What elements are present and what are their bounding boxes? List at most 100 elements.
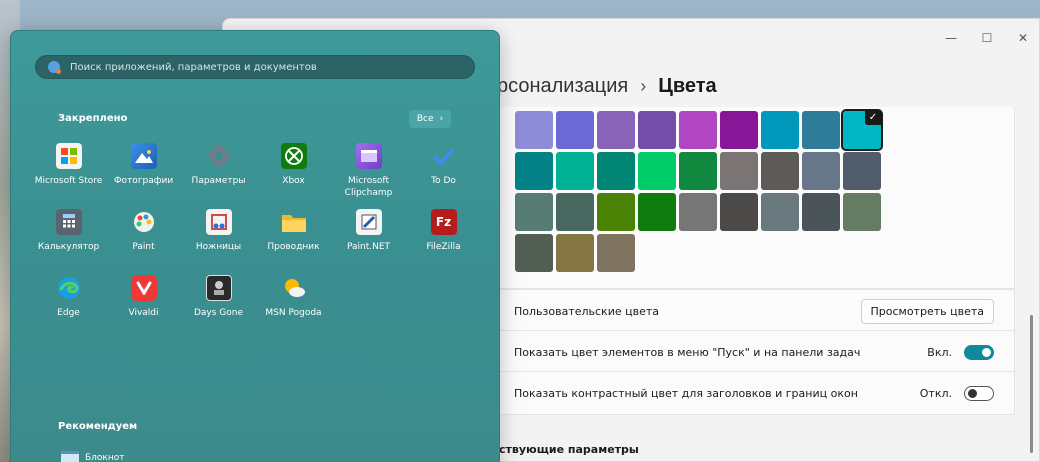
window-controls: — ☐ ✕: [943, 31, 1031, 45]
color-swatch[interactable]: [802, 152, 840, 190]
notepad-icon: [61, 451, 79, 462]
pinned-title: Закреплено: [58, 113, 128, 124]
app-tile[interactable]: Fz FileZilla: [406, 209, 481, 267]
page-title: рсонализация › Цвета: [497, 75, 717, 98]
color-swatch[interactable]: [843, 193, 881, 231]
color-swatch[interactable]: [720, 193, 758, 231]
color-swatch[interactable]: [720, 152, 758, 190]
photos-icon: [130, 143, 157, 169]
edge-icon: [56, 275, 82, 301]
color-swatch[interactable]: [802, 111, 840, 149]
checkmark-icon: ✓: [865, 111, 881, 125]
search-icon: [48, 61, 61, 74]
app-tile[interactable]: Days Gone: [181, 275, 256, 333]
breadcrumb-separator-icon: ›: [640, 76, 647, 96]
accent-titlebar-card: Показать контрастный цвет для заголовков…: [493, 371, 1015, 415]
toggle-knob: [982, 347, 991, 357]
app-tile[interactable]: Edge: [31, 275, 106, 333]
app-tile[interactable]: To Do: [406, 143, 481, 201]
color-swatch[interactable]: [638, 152, 676, 190]
color-swatch[interactable]: [843, 152, 881, 190]
paint-icon: [131, 209, 157, 235]
color-swatch[interactable]: [597, 152, 635, 190]
color-swatch[interactable]: [720, 111, 758, 149]
recommended-item[interactable]: Блокнот: [61, 451, 125, 462]
app-label: Microsoft Store: [34, 176, 103, 186]
folder-icon: [281, 209, 307, 235]
scrollbar[interactable]: [1030, 315, 1033, 453]
vivaldi-icon: [130, 275, 157, 301]
app-tile[interactable]: Paint.NET: [331, 209, 406, 267]
xbox-icon: [280, 143, 307, 169]
maximize-button[interactable]: ☐: [979, 31, 995, 45]
minimize-button[interactable]: —: [943, 31, 959, 45]
custom-colors-card: Пользовательские цвета Просмотреть цвета: [493, 289, 1015, 333]
color-swatch[interactable]: [597, 234, 635, 272]
app-tile[interactable]: Проводник: [256, 209, 331, 267]
app-label: Xbox: [282, 176, 305, 186]
close-button[interactable]: ✕: [1015, 31, 1031, 45]
app-tile[interactable]: Калькулятор: [31, 209, 106, 267]
color-swatch[interactable]: [556, 193, 594, 231]
color-swatch[interactable]: [597, 111, 635, 149]
color-swatch[interactable]: [556, 111, 594, 149]
color-swatch[interactable]: [761, 152, 799, 190]
swatch-grid: ✓: [515, 109, 883, 272]
color-swatch[interactable]: [515, 111, 553, 149]
color-swatch[interactable]: ✓: [841, 109, 883, 151]
color-swatch[interactable]: [638, 111, 676, 149]
accent-color-palette: ✓: [493, 107, 1015, 289]
color-swatch[interactable]: [515, 152, 553, 190]
filezilla-icon: Fz: [430, 209, 457, 235]
accent-start-card: Показать цвет элементов в меню "Пуск" и …: [493, 330, 1015, 374]
color-swatch[interactable]: [802, 193, 840, 231]
app-label: Параметры: [191, 176, 246, 186]
app-tile[interactable]: Параметры: [181, 143, 256, 201]
color-swatch[interactable]: [515, 193, 553, 231]
accent-titlebar-toggle[interactable]: [964, 385, 994, 401]
daysgone-icon: [205, 275, 232, 301]
color-swatch[interactable]: [556, 234, 594, 272]
color-swatch[interactable]: [597, 193, 635, 231]
color-swatch[interactable]: [556, 152, 594, 190]
color-swatch[interactable]: [638, 193, 676, 231]
app-label: To Do: [431, 176, 456, 186]
app-tile[interactable]: MSN Pogoda: [256, 275, 331, 333]
store-icon: [55, 143, 82, 169]
recommended-item-label: Блокнот: [85, 453, 125, 462]
app-tile[interactable]: Vivaldi: [106, 275, 181, 333]
breadcrumb-parent[interactable]: рсонализация: [497, 75, 628, 97]
accent-start-state: Вкл.: [927, 345, 952, 359]
all-apps-button[interactable]: Все ›: [409, 110, 451, 128]
weather-icon: [281, 275, 307, 301]
calculator-icon: [55, 209, 82, 235]
app-label: FileZilla: [426, 242, 461, 252]
accent-titlebar-state: Откл.: [919, 386, 952, 400]
search-placeholder: Поиск приложений, параметров и документо…: [70, 61, 317, 73]
app-tile[interactable]: Ножницы: [181, 209, 256, 267]
all-apps-label: Все: [416, 114, 434, 124]
view-colors-button[interactable]: Просмотреть цвета: [860, 298, 994, 324]
app-tile[interactable]: Paint: [106, 209, 181, 267]
color-swatch[interactable]: [761, 111, 799, 149]
accent-start-label: Показать цвет элементов в меню "Пуск" и …: [514, 345, 861, 359]
color-swatch[interactable]: [679, 111, 717, 149]
start-menu: Поиск приложений, параметров и документо…: [10, 30, 500, 462]
app-label: Калькулятор: [37, 242, 100, 252]
app-label: Vivaldi: [128, 308, 159, 318]
search-input[interactable]: Поиск приложений, параметров и документо…: [35, 55, 475, 79]
app-tile[interactable]: Xbox: [256, 143, 331, 201]
color-swatch[interactable]: [679, 193, 717, 231]
color-swatch[interactable]: [679, 152, 717, 190]
recommended-title: Рекомендуем: [58, 421, 138, 432]
todo-icon: [431, 143, 457, 169]
app-tile[interactable]: Microsoft Store: [31, 143, 106, 201]
app-tile[interactable]: Microsoft Clipchamp: [331, 143, 406, 201]
app-label: Paint: [132, 242, 155, 252]
color-swatch[interactable]: [515, 234, 553, 272]
color-swatch[interactable]: [761, 193, 799, 231]
chevron-right-icon: ›: [439, 114, 444, 124]
app-tile[interactable]: Фотографии: [106, 143, 181, 201]
clipchamp-icon: [355, 143, 382, 169]
accent-start-toggle[interactable]: [964, 344, 994, 360]
